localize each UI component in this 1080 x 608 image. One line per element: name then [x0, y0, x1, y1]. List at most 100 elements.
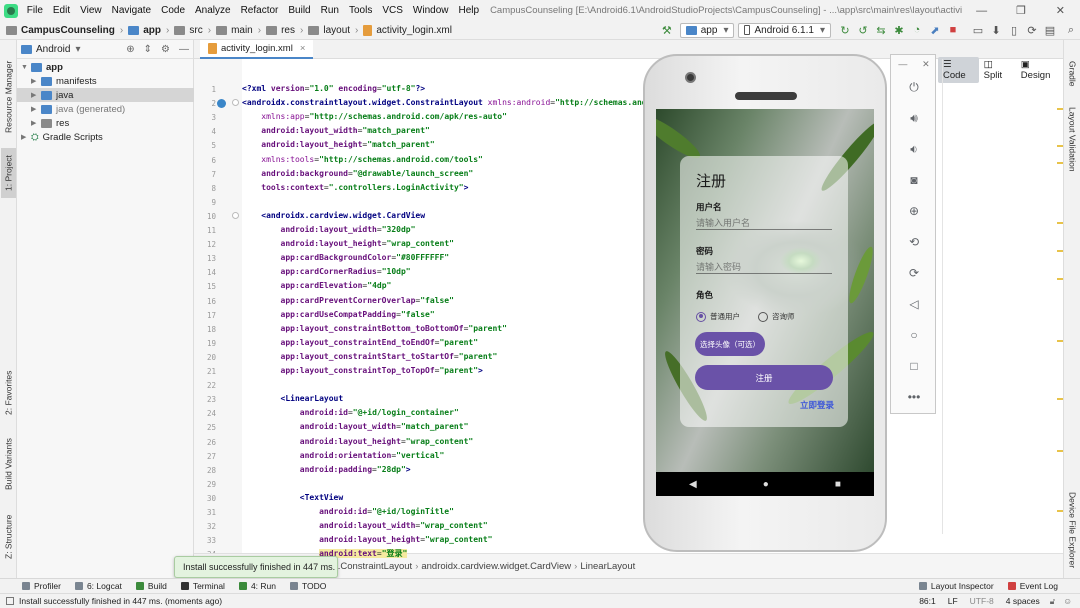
code-line[interactable]: android:layout_height="wrap_content": [242, 237, 454, 251]
code-mode-button[interactable]: ☰ Code: [938, 57, 979, 83]
code-line[interactable]: app:cardBackgroundColor="#80FFFFFF": [242, 251, 450, 265]
locate-icon[interactable]: ⊕: [126, 44, 134, 55]
tool-terminal[interactable]: Terminal: [180, 581, 225, 591]
tree-item-java-generated[interactable]: ▶ java (generated): [17, 102, 194, 116]
code-line[interactable]: android:layout_height="wrap_content": [242, 435, 473, 449]
close-window-button[interactable]: ✕: [1041, 4, 1080, 17]
tool-build[interactable]: Build: [135, 581, 167, 591]
install-notification[interactable]: Install successfully finished in 447 ms.: [174, 556, 338, 578]
volume-down-icon[interactable]: 🔉︎: [891, 139, 937, 159]
code-line[interactable]: android:layout_width="match_parent": [242, 124, 430, 138]
tree-item-app[interactable]: ▼ app: [17, 60, 194, 74]
code-line[interactable]: android:background="@drawable/launch_scr…: [242, 167, 473, 181]
hide-panel-icon[interactable]: —: [179, 44, 189, 55]
status-message[interactable]: Install successfully finished in 447 ms.…: [19, 596, 222, 606]
tool-profiler[interactable]: Profiler: [22, 581, 61, 591]
password-field[interactable]: 请输入密码: [696, 260, 832, 274]
code-line[interactable]: app:layout_constraintStart_toStartOf="pa…: [242, 350, 498, 364]
code-line[interactable]: xmlns:app="http://schemas.android.com/ap…: [242, 110, 507, 124]
attach-debugger-icon[interactable]: ⬈: [927, 22, 943, 38]
code-line[interactable]: android:layout_width="wrap_content": [242, 519, 488, 533]
username-field[interactable]: 请输入用户名: [696, 216, 832, 230]
tab-layout-validation[interactable]: Layout Validation: [1065, 104, 1080, 174]
menu-window[interactable]: Window: [408, 5, 454, 16]
tool-todo[interactable]: TODO: [290, 581, 326, 591]
maximize-button[interactable]: ❐: [1001, 4, 1040, 17]
tree-item-java[interactable]: ▶ java: [17, 88, 194, 102]
search-icon[interactable]: ⌕: [1063, 22, 1079, 38]
stop-icon[interactable]: ■: [945, 22, 961, 38]
code-line[interactable]: app:layout_constraintEnd_toEndOf="parent…: [242, 336, 478, 350]
menu-code[interactable]: Code: [156, 5, 190, 16]
rerun-icon[interactable]: ↻: [837, 22, 853, 38]
tool-run[interactable]: 4: Run: [238, 581, 276, 591]
code-line[interactable]: android:id="@+id/loginTitle": [242, 505, 454, 519]
device-select[interactable]: Android 6.1.1 ▾: [738, 22, 831, 38]
chevron-down-icon[interactable]: ▾: [75, 44, 80, 55]
code-line[interactable]: tools:context=".controllers.LoginActivit…: [242, 181, 468, 195]
menu-view[interactable]: View: [75, 5, 107, 16]
tab-activity-login[interactable]: activity_login.xml ×: [200, 40, 314, 59]
breadcrumb-layout[interactable]: layout: [306, 25, 352, 36]
register-button[interactable]: 注册: [695, 365, 833, 390]
status-panel-icon[interactable]: [6, 597, 14, 605]
tab-structure[interactable]: Z: Structure: [1, 510, 16, 564]
tree-item-gradle-scripts[interactable]: ▶ ⛭ Gradle Scripts: [17, 130, 194, 144]
menu-help[interactable]: Help: [453, 5, 484, 16]
nav-back-icon[interactable]: ◀: [689, 479, 697, 490]
lock-icon[interactable]: 🔓︎: [1050, 596, 1056, 607]
tab-favorites[interactable]: 2: Favorites: [1, 365, 16, 420]
split-mode-button[interactable]: ◫ Split: [979, 57, 1016, 83]
close-icon[interactable]: ×: [300, 43, 306, 54]
breadcrumb-res[interactable]: res: [264, 25, 297, 36]
camera-icon[interactable]: ◙: [891, 170, 937, 190]
code-line[interactable]: app:cardCornerRadius="10dp": [242, 265, 411, 279]
breadcrumb-file[interactable]: activity_login.xml: [361, 24, 454, 36]
device-manager-icon[interactable]: ▭: [970, 22, 986, 38]
menu-navigate[interactable]: Navigate: [107, 5, 156, 16]
tool-event-log[interactable]: Event Log: [1007, 581, 1058, 591]
code-line[interactable]: android:layout_width="match_parent": [242, 420, 469, 434]
apply-code-changes-icon[interactable]: ⇆: [873, 22, 889, 38]
code-line[interactable]: app:layout_constraintTop_toTopOf="parent…: [242, 364, 483, 378]
design-mode-button[interactable]: ▣ Design: [1016, 57, 1063, 83]
breadcrumb-project[interactable]: CampusCounseling: [4, 25, 117, 36]
fold-marker-icon[interactable]: [232, 99, 239, 107]
project-view-select[interactable]: Android: [36, 44, 70, 55]
collapse-all-icon[interactable]: ⇕: [144, 44, 152, 55]
volume-up-icon[interactable]: 🔊︎: [891, 108, 937, 128]
tab-gradle[interactable]: Gradle: [1065, 54, 1080, 94]
crumb-cardview[interactable]: androidx.cardview.widget.CardView: [421, 561, 571, 572]
indent-setting[interactable]: 4 spaces: [1006, 596, 1040, 606]
code-line[interactable]: <LinearLayout: [242, 392, 344, 406]
code-line[interactable]: android:orientation="vertical": [242, 449, 445, 463]
rotate-right-icon[interactable]: ⟳: [891, 263, 937, 283]
menu-tools[interactable]: Tools: [344, 5, 377, 16]
menu-refactor[interactable]: Refactor: [236, 5, 284, 16]
code-line[interactable]: app:layout_constraintBottom_toBottomOf="…: [242, 322, 507, 336]
crumb-linearlayout[interactable]: LinearLayout: [580, 561, 635, 572]
code-line[interactable]: xmlns:tools="http://schemas.android.com/…: [242, 153, 483, 167]
profile-icon[interactable]: ◔: [909, 22, 925, 38]
menu-analyze[interactable]: Analyze: [190, 5, 236, 16]
project-structure-icon[interactable]: ▤: [1042, 22, 1058, 38]
minimize-button[interactable]: —: [962, 5, 1001, 17]
code-line[interactable]: app:cardElevation="4dp": [242, 279, 392, 293]
breadcrumb-app[interactable]: app: [126, 25, 163, 36]
minimize-icon[interactable]: —: [898, 59, 907, 69]
zoom-icon[interactable]: ⊕: [891, 201, 937, 221]
navigate-icon[interactable]: [217, 98, 226, 108]
code-line[interactable]: <androidx.cardview.widget.CardView: [242, 209, 425, 223]
code-line[interactable]: app:cardUseCompatPadding="false": [242, 308, 435, 322]
menu-edit[interactable]: Edit: [48, 5, 75, 16]
fold-marker-icon[interactable]: [232, 211, 239, 219]
tab-build-variants[interactable]: Build Variants: [1, 435, 16, 493]
role-radio-user[interactable]: 普通用户: [696, 311, 740, 322]
breadcrumb-src[interactable]: src: [172, 25, 204, 36]
nav-home-icon[interactable]: ●: [763, 479, 769, 490]
rotate-left-icon[interactable]: ⟲: [891, 232, 937, 252]
menu-file[interactable]: File: [22, 5, 48, 16]
line-separator[interactable]: LF: [948, 596, 958, 606]
login-link[interactable]: 立即登录: [800, 399, 834, 411]
run-config-select[interactable]: app ▾: [679, 22, 735, 38]
